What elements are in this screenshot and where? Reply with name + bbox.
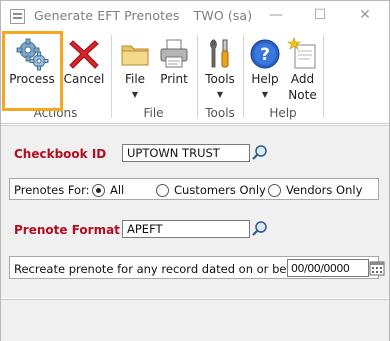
- recreate-panel: Recreate prenote for any record dated on…: [9, 256, 385, 279]
- prenotes-for-panel: Prenotes For: All Customers Only Vendors…: [9, 178, 379, 200]
- maximize-icon: ☐: [313, 7, 327, 23]
- cancel-button[interactable]: Cancel: [59, 31, 109, 103]
- printer-icon: [160, 39, 188, 68]
- prenote-format-id-label: Prenote Format ID: [14, 223, 139, 237]
- tools-label: Tools: [205, 72, 235, 86]
- help-button[interactable]: ? Help ▼: [246, 31, 284, 103]
- radio-vendors-only[interactable]: [268, 184, 281, 197]
- cancel-label: Cancel: [63, 72, 105, 86]
- ribbon-group-tools: Tools ▼ Tools: [198, 31, 242, 124]
- minimize-icon: —: [269, 7, 283, 23]
- ribbon-group-file: File ▼ Print File: [112, 31, 195, 124]
- file-dropdown-arrow: ▼: [131, 90, 139, 99]
- group-label-file: File: [143, 106, 164, 120]
- ribbon-group-help: ? Help ▼ Add Note Help: [244, 31, 322, 124]
- group-label-help: Help: [269, 106, 297, 120]
- close-icon: ✕: [359, 7, 371, 23]
- window-title-text: Generate EFT Prenotes: [34, 8, 180, 23]
- radio-customers-only-label[interactable]: Customers Only: [174, 183, 266, 197]
- folder-icon: [121, 45, 149, 66]
- print-label: Print: [160, 72, 188, 86]
- radio-all[interactable]: [92, 184, 105, 197]
- window-footer: [1, 299, 389, 341]
- add-note-label-line2: Note: [288, 88, 317, 102]
- minimize-button[interactable]: —: [264, 5, 288, 25]
- red-x-icon: [69, 40, 99, 69]
- checkbook-id-field[interactable]: UPTOWN TRUST: [122, 144, 250, 162]
- generate-eft-prenotes-window: Generate EFT Prenotes TWO (sa) — ☐ ✕ Pro…: [0, 0, 390, 341]
- tools-icon: [210, 39, 229, 68]
- recreate-prenote-label: Recreate prenote for any record dated on…: [14, 262, 310, 276]
- help-dropdown-arrow: ▼: [261, 90, 269, 99]
- prenote-format-lookup-icon[interactable]: [251, 220, 269, 238]
- print-button[interactable]: Print: [154, 31, 194, 103]
- file-button[interactable]: File ▼: [116, 31, 154, 103]
- title-bar: Generate EFT Prenotes TWO (sa) — ☐ ✕: [1, 1, 389, 31]
- group-divider: [323, 35, 324, 118]
- radio-customers-only[interactable]: [156, 184, 169, 197]
- calendar-icon[interactable]: [368, 259, 386, 277]
- svg-text:?: ?: [260, 45, 270, 65]
- radio-all-label[interactable]: All: [110, 183, 124, 197]
- tools-button[interactable]: Tools ▼: [200, 31, 240, 103]
- process-highlight-outline: [2, 31, 63, 111]
- help-label: Help: [251, 72, 279, 86]
- window-title: Generate EFT Prenotes TWO (sa): [34, 8, 252, 23]
- form-area: Checkbook ID UPTOWN TRUST Prenotes For: …: [1, 125, 389, 298]
- close-button[interactable]: ✕: [353, 5, 377, 25]
- maximize-button[interactable]: ☐: [308, 5, 332, 25]
- recreate-date-field[interactable]: 00/00/0000: [287, 259, 369, 277]
- radio-vendors-only-label[interactable]: Vendors Only: [286, 183, 362, 197]
- add-note-label: Add Note: [284, 71, 321, 103]
- checkbook-id-label: Checkbook ID: [14, 147, 107, 161]
- tools-dropdown-arrow: ▼: [216, 90, 224, 99]
- window-context-text: TWO (sa): [193, 8, 253, 23]
- file-label: File: [124, 72, 146, 86]
- prenote-format-id-field[interactable]: APEFT: [122, 220, 250, 238]
- prenotes-for-label: Prenotes For:: [14, 183, 90, 197]
- window-icon: [10, 9, 25, 24]
- note-icon: [286, 37, 315, 69]
- add-note-button[interactable]: Add Note: [284, 31, 321, 103]
- add-note-label-line1: Add: [290, 72, 315, 86]
- group-label-tools: Tools: [205, 106, 235, 120]
- checkbook-lookup-icon[interactable]: [251, 144, 269, 162]
- help-icon: ?: [250, 39, 280, 69]
